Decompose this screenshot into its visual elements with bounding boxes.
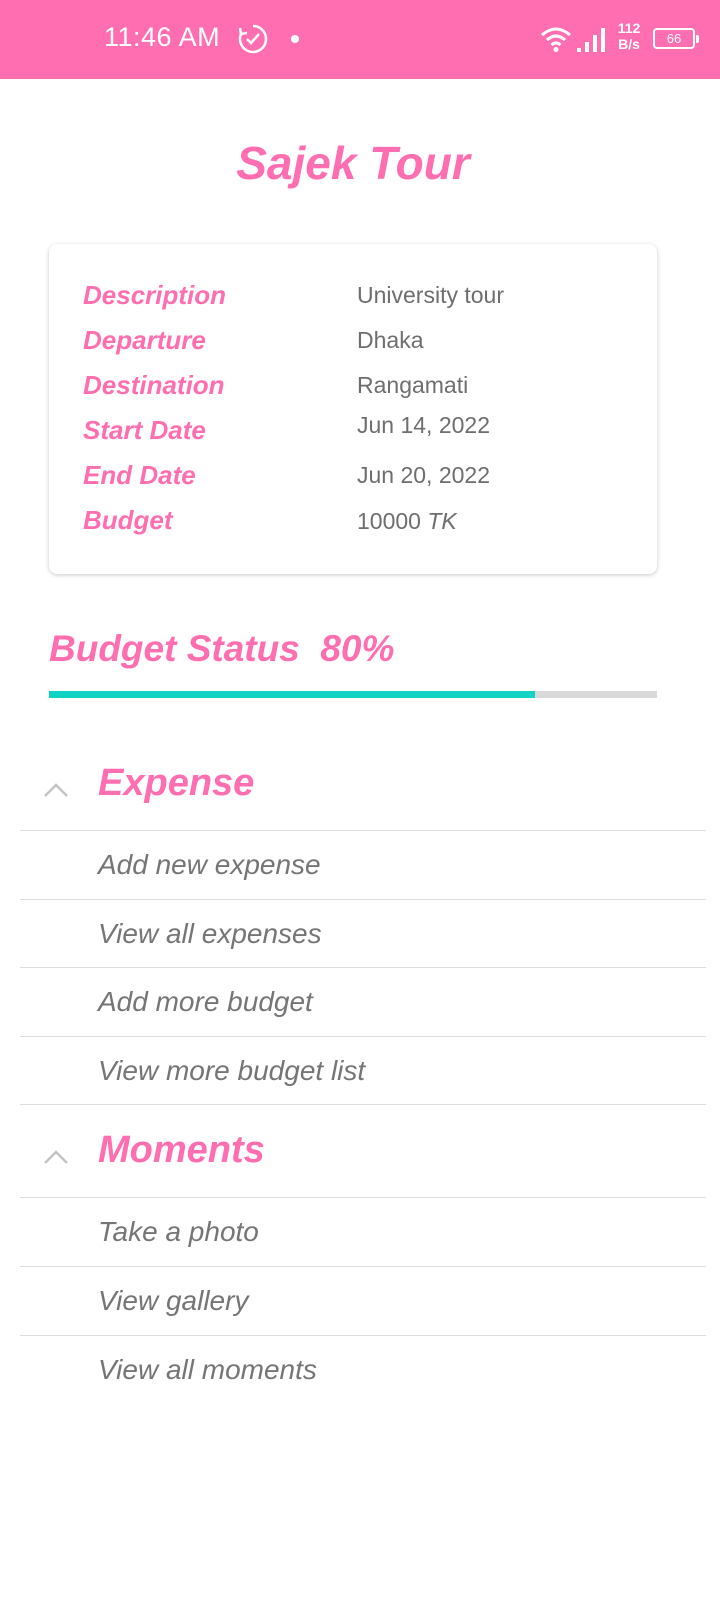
budget-status-label: Budget Status bbox=[49, 628, 300, 669]
menu-item-label: View gallery bbox=[98, 1285, 249, 1316]
net-speed: 112 B/s bbox=[614, 20, 644, 52]
wifi-icon bbox=[541, 27, 571, 52]
description-label: Description bbox=[83, 280, 227, 310]
battery-level: 66 bbox=[666, 31, 682, 46]
moments-section-title: Moments bbox=[98, 1129, 265, 1171]
chevron-up-icon[interactable] bbox=[42, 780, 70, 800]
budget-progress-fill bbox=[49, 691, 536, 698]
departure-label: Departure bbox=[83, 325, 206, 355]
budget-unit: TK bbox=[427, 508, 457, 534]
menu-item-label: Take a photo bbox=[98, 1216, 259, 1247]
description-value: University tour bbox=[357, 282, 504, 308]
dot-icon bbox=[291, 35, 299, 43]
start-date-label: Start Date bbox=[83, 415, 206, 445]
budget-value: 10000 TK bbox=[357, 508, 457, 535]
expense-section-title: Expense bbox=[98, 762, 255, 804]
page-title: Sajek Tour bbox=[236, 137, 470, 189]
status-bar: 11:46 AM 112 B/s 66 bbox=[0, 0, 720, 79]
add-new-expense-item[interactable]: Add new expense bbox=[20, 831, 706, 899]
budget-label: Budget bbox=[83, 505, 173, 535]
chevron-up-icon[interactable] bbox=[42, 1147, 70, 1167]
start-date-value: Jun 14, 2022 bbox=[357, 412, 491, 438]
take-a-photo-item[interactable]: Take a photo bbox=[20, 1198, 706, 1266]
expense-section-header[interactable]: Expense bbox=[20, 762, 706, 834]
divider bbox=[20, 1104, 706, 1105]
view-gallery-item[interactable]: View gallery bbox=[20, 1267, 706, 1335]
net-speed-value: 112 bbox=[617, 20, 641, 36]
view-more-budget-list-item[interactable]: View more budget list bbox=[20, 1037, 706, 1105]
menu-item-label: Add new expense bbox=[98, 849, 321, 880]
menu-item-label: View more budget list bbox=[98, 1055, 366, 1086]
moments-section-header[interactable]: Moments bbox=[20, 1129, 706, 1201]
signal-icon bbox=[577, 28, 605, 52]
end-date-value: Jun 20, 2022 bbox=[357, 462, 491, 488]
view-all-expenses-item[interactable]: View all expenses bbox=[20, 900, 706, 968]
destination-value: Rangamati bbox=[357, 372, 469, 398]
budget-status: Budget Status 80% bbox=[49, 628, 394, 670]
menu-item-label: View all expenses bbox=[98, 918, 322, 949]
add-more-budget-item[interactable]: Add more budget bbox=[20, 968, 706, 1036]
status-time: 11:46 AM bbox=[104, 22, 221, 52]
view-all-moments-item[interactable]: View all moments bbox=[20, 1336, 706, 1404]
battery-icon: 66 bbox=[653, 28, 699, 49]
menu-item-label: View all moments bbox=[98, 1354, 317, 1385]
end-date-label: End Date bbox=[83, 460, 196, 490]
menu-item-label: Add more budget bbox=[98, 986, 313, 1017]
departure-value: Dhaka bbox=[357, 327, 424, 353]
budget-progress-bar bbox=[49, 691, 657, 698]
budget-status-percent: 80% bbox=[320, 628, 395, 669]
destination-label: Destination bbox=[83, 370, 225, 400]
budget-amount: 10000 bbox=[357, 508, 421, 534]
net-speed-unit: B/s bbox=[618, 36, 640, 52]
tour-details-card: Description University tour Departure Dh… bbox=[49, 244, 657, 574]
clock-check-icon bbox=[238, 24, 268, 54]
